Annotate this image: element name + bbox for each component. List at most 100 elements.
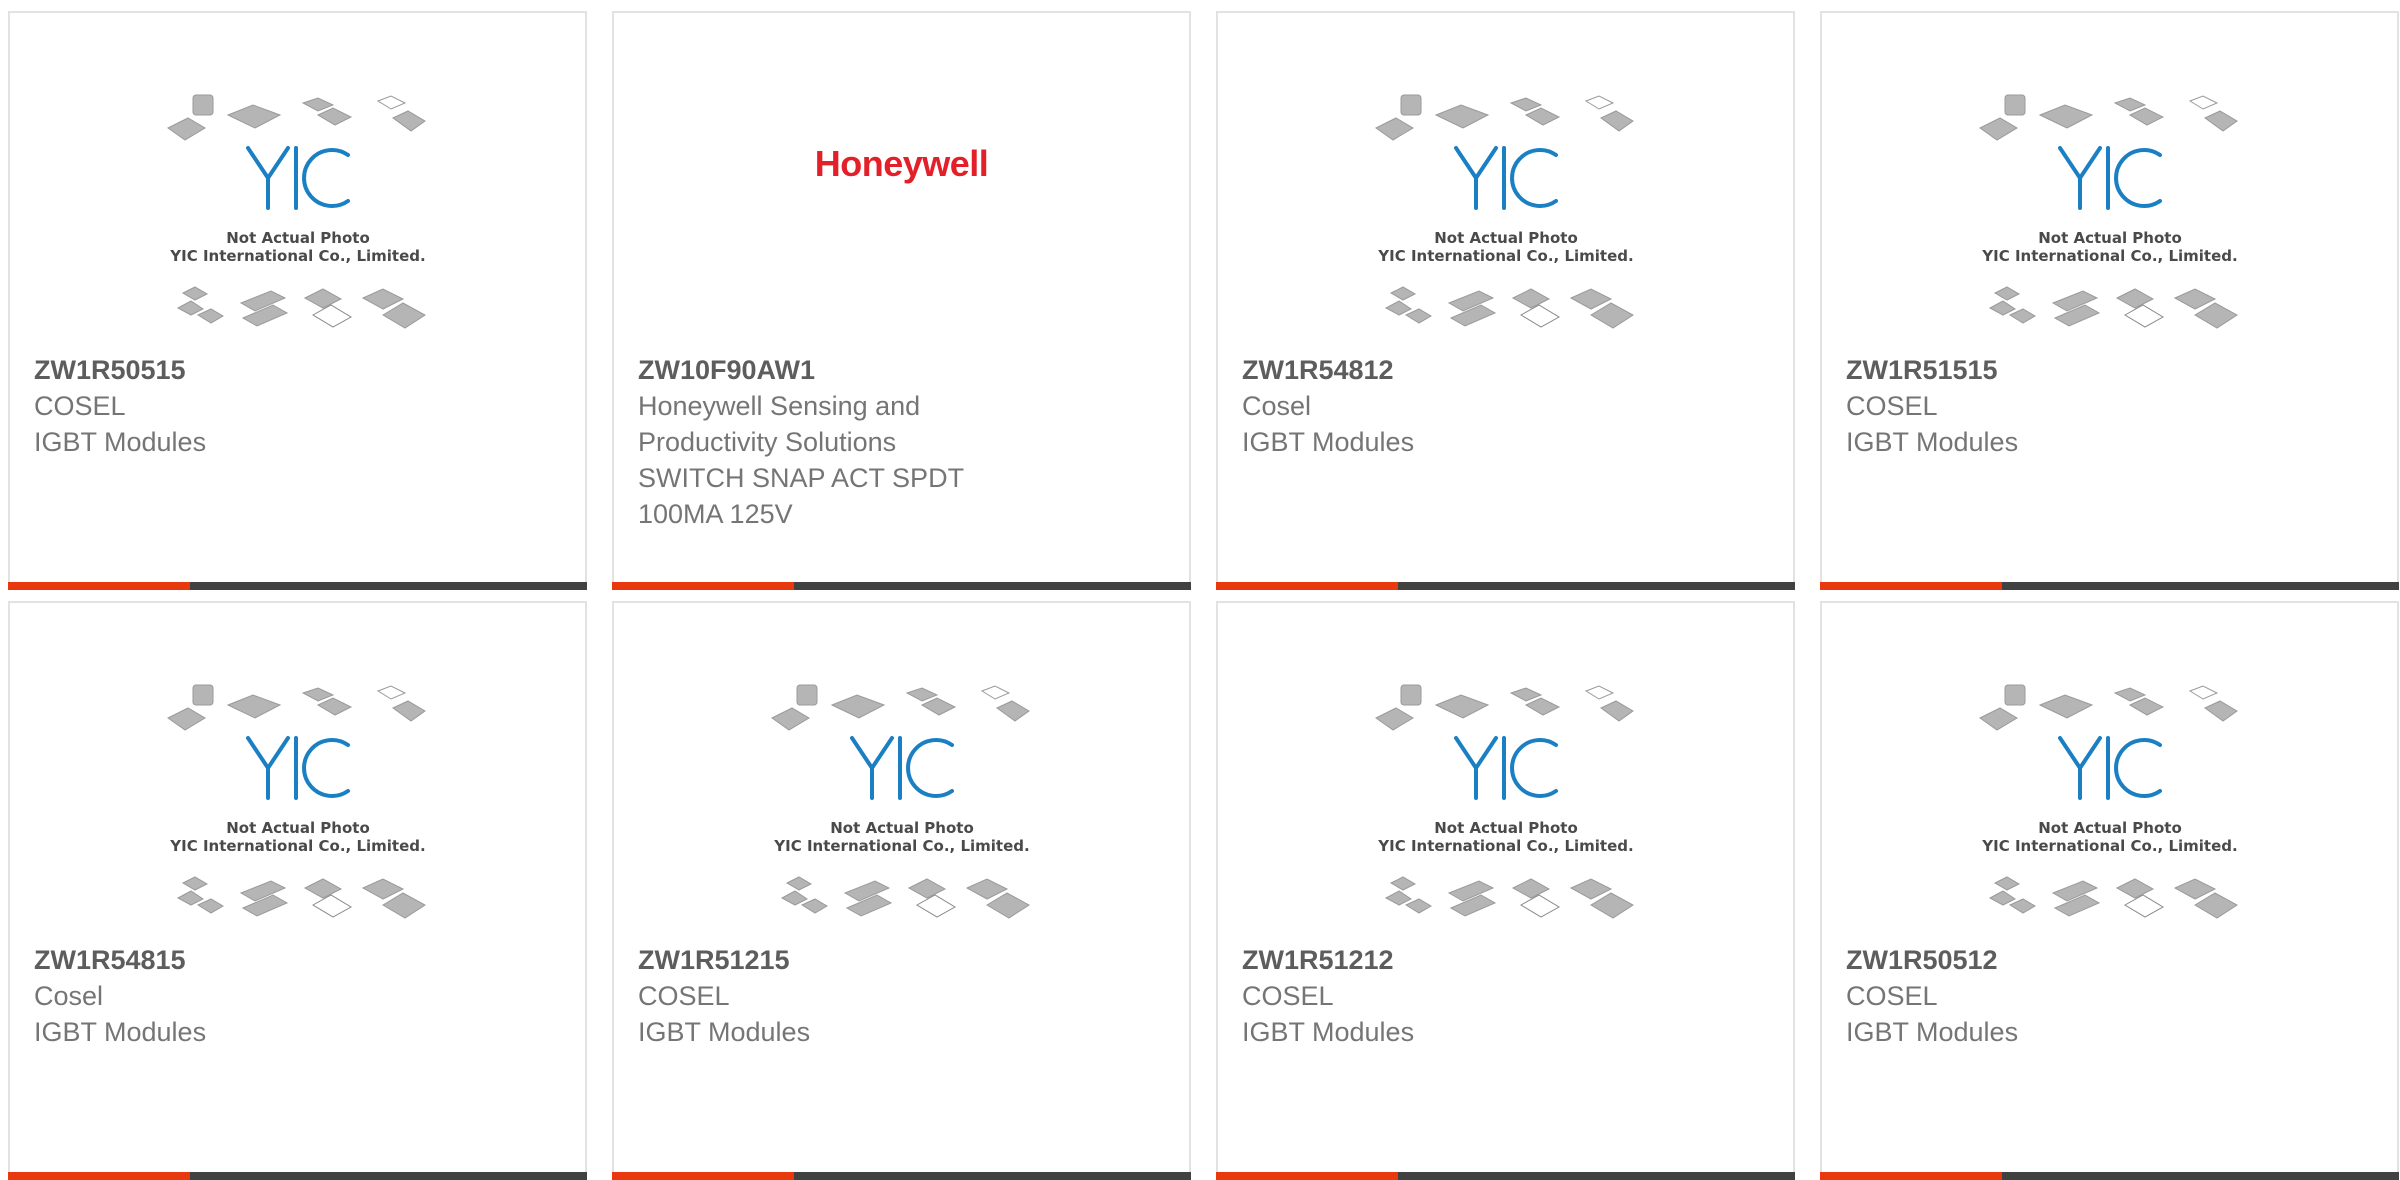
product-info: ZW10F90AW1 Honeywell Sensing and Product… <box>638 352 978 532</box>
chip-icons-bottom <box>1988 286 2238 329</box>
part-number[interactable]: ZW1R51515 <box>1846 352 2186 388</box>
chip-icons-bottom <box>176 286 426 329</box>
product-image: Not Actual Photo YIC International Co., … <box>10 683 585 947</box>
card-footer-bar <box>1216 582 1795 590</box>
card-footer-accent <box>1216 1172 1398 1180</box>
product-image: Not Actual Photo YIC International Co., … <box>614 683 1189 947</box>
not-actual-photo-caption: Not Actual Photo <box>830 819 974 837</box>
product-description: IGBT Modules <box>1242 1017 1415 1047</box>
chip-icons-top <box>770 684 1030 731</box>
product-card[interactable]: Not Actual Photo YIC International Co., … <box>1820 11 2399 590</box>
company-caption: YIC International Co., Limited. <box>773 837 1029 855</box>
chip-icon <box>391 110 426 132</box>
yic-logo <box>1453 736 1558 800</box>
chip-icon <box>226 104 281 129</box>
card-footer-accent <box>612 582 794 590</box>
yic-logo <box>245 146 350 210</box>
chip-icon <box>376 95 406 110</box>
product-description: IGBT Modules <box>638 1017 811 1047</box>
honeywell-logo: Honeywell <box>814 143 989 184</box>
chip-icon <box>311 304 352 328</box>
card-footer-bar <box>8 582 587 590</box>
product-card[interactable]: Honeywell ZW10F90AW1 Honeywell Sensing a… <box>612 11 1191 590</box>
chip-icons-bottom <box>1988 876 2238 919</box>
product-card[interactable]: Not Actual Photo YIC International Co., … <box>8 601 587 1180</box>
chip-icons-bottom <box>176 876 426 919</box>
card-footer-accent <box>1216 582 1398 590</box>
product-description: IGBT Modules <box>1846 1017 2019 1047</box>
yic-logo <box>245 736 350 800</box>
card-footer-bar <box>612 582 1191 590</box>
product-description: SWITCH SNAP ACT SPDT 100MA 125V <box>638 463 964 529</box>
not-actual-photo-caption: Not Actual Photo <box>226 819 370 837</box>
brand-name: Cosel <box>34 981 104 1011</box>
card-footer-bar <box>1820 1172 2399 1180</box>
not-actual-photo-caption: Not Actual Photo <box>226 229 370 247</box>
chip-icons-top <box>166 684 426 731</box>
product-info: ZW1R50515 COSEL IGBT Modules <box>34 352 374 460</box>
yic-logo <box>1453 146 1558 210</box>
product-card[interactable]: Not Actual Photo YIC International Co., … <box>612 601 1191 1180</box>
not-actual-photo-caption: Not Actual Photo <box>1434 229 1578 247</box>
yic-logo <box>2057 736 2162 800</box>
part-number[interactable]: ZW1R54812 <box>1242 352 1582 388</box>
product-image: Not Actual Photo YIC International Co., … <box>10 93 585 357</box>
company-caption: YIC International Co., Limited. <box>1377 247 1633 265</box>
product-description: IGBT Modules <box>1846 427 2019 457</box>
chip-icon <box>176 300 204 316</box>
product-image: Honeywell <box>614 143 1189 185</box>
product-card[interactable]: Not Actual Photo YIC International Co., … <box>8 11 587 590</box>
brand-name: COSEL <box>1846 391 1938 421</box>
card-footer-bar <box>612 1172 1191 1180</box>
chip-icons-bottom <box>780 876 1030 919</box>
card-footer-bar <box>1820 582 2399 590</box>
chip-icon <box>192 94 213 116</box>
chip-icon <box>381 302 426 329</box>
company-caption: YIC International Co., Limited. <box>169 247 425 265</box>
company-caption: YIC International Co., Limited. <box>1981 247 2237 265</box>
company-caption: YIC International Co., Limited. <box>1981 837 2237 855</box>
part-number[interactable]: ZW1R50515 <box>34 352 374 388</box>
part-number[interactable]: ZW1R51215 <box>638 942 978 978</box>
yic-logo <box>849 736 954 800</box>
chip-icon <box>303 288 342 309</box>
card-footer-accent <box>1820 1172 2002 1180</box>
card-footer-accent <box>8 582 190 590</box>
chip-icons-top <box>1978 94 2238 141</box>
brand-name: Honeywell Sensing and Productivity Solut… <box>638 391 921 457</box>
not-actual-photo-caption: Not Actual Photo <box>2038 819 2182 837</box>
part-number[interactable]: ZW10F90AW1 <box>638 352 978 388</box>
product-info: ZW1R54815 Cosel IGBT Modules <box>34 942 374 1050</box>
product-info: ZW1R51212 COSEL IGBT Modules <box>1242 942 1582 1050</box>
not-actual-photo-caption: Not Actual Photo <box>1434 819 1578 837</box>
part-number[interactable]: ZW1R50512 <box>1846 942 2186 978</box>
product-description: IGBT Modules <box>1242 427 1415 457</box>
chip-icons-top <box>1374 94 1634 141</box>
product-grid: Not Actual Photo YIC International Co., … <box>8 11 2399 1180</box>
brand-name: COSEL <box>34 391 126 421</box>
card-footer-accent <box>8 1172 190 1180</box>
product-image: Not Actual Photo YIC International Co., … <box>1218 683 1793 947</box>
product-card[interactable]: Not Actual Photo YIC International Co., … <box>1216 601 1795 1180</box>
part-number[interactable]: ZW1R54815 <box>34 942 374 978</box>
product-info: ZW1R51215 COSEL IGBT Modules <box>638 942 978 1050</box>
card-footer-accent <box>1820 582 2002 590</box>
product-info: ZW1R50512 COSEL IGBT Modules <box>1846 942 2186 1050</box>
product-image: Not Actual Photo YIC International Co., … <box>1822 683 2397 947</box>
product-image: Not Actual Photo YIC International Co., … <box>1218 93 1793 357</box>
chip-icons-bottom <box>1384 876 1634 919</box>
company-caption: YIC International Co., Limited. <box>1377 837 1633 855</box>
card-footer-bar <box>8 1172 587 1180</box>
brand-name: Cosel <box>1242 391 1312 421</box>
product-card[interactable]: Not Actual Photo YIC International Co., … <box>1216 11 1795 590</box>
chip-icons-bottom <box>1384 286 1634 329</box>
chip-icon <box>301 97 334 112</box>
brand-name: COSEL <box>1846 981 1938 1011</box>
card-footer-bar <box>1216 1172 1795 1180</box>
product-description: IGBT Modules <box>34 427 207 457</box>
yic-logo <box>2057 146 2162 210</box>
part-number[interactable]: ZW1R51212 <box>1242 942 1582 978</box>
product-card[interactable]: Not Actual Photo YIC International Co., … <box>1820 601 2399 1180</box>
chip-icon <box>361 288 404 310</box>
chip-icons-top <box>166 94 426 141</box>
